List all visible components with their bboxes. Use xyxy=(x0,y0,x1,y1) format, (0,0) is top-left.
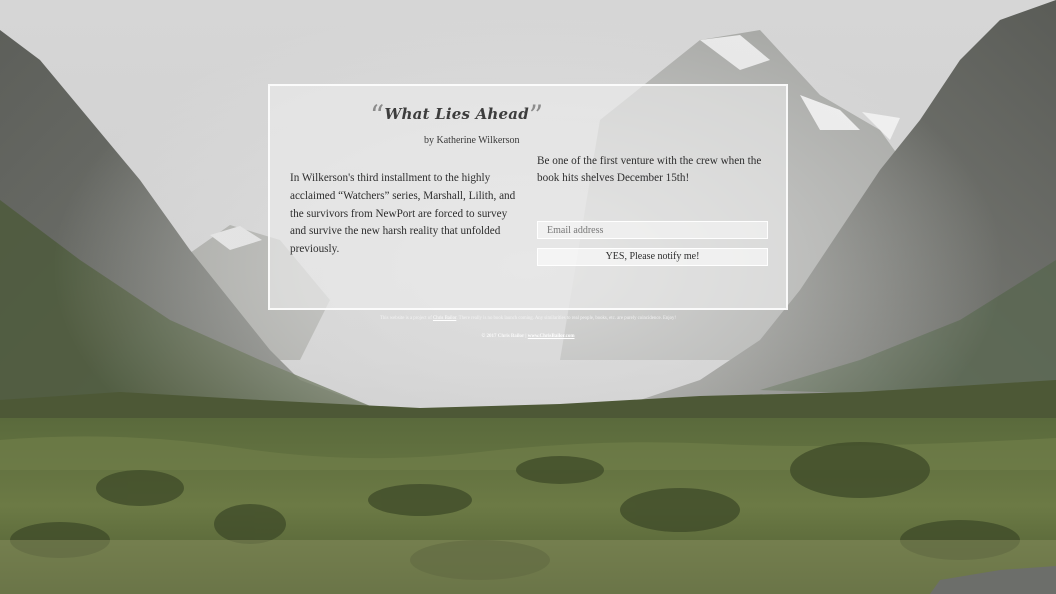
close-quote-mark: ” xyxy=(528,99,544,132)
author-byline: by Katherine Wilkerson xyxy=(424,135,520,146)
website-link[interactable]: www.ChrisBailor.com xyxy=(528,334,575,339)
open-quote-mark: “ xyxy=(370,99,385,132)
signup-call-to-action: Be one of the first venture with the cre… xyxy=(537,155,762,184)
author-link[interactable]: Chris Bailor xyxy=(433,316,456,321)
copyright-prefix: © 2017 Chris Bailor | xyxy=(481,334,528,339)
notify-me-button[interactable]: YES, Please notify me! xyxy=(537,248,768,266)
book-announcement-card: “What Lies Ahead” by Katherine Wilkerson… xyxy=(268,84,788,310)
copyright-line: © 2017 Chris Bailor | www.ChrisBailor.co… xyxy=(0,334,1056,339)
book-title: “What Lies Ahead” xyxy=(370,99,543,132)
book-blurb: In Wilkerson's third installment to the … xyxy=(290,172,516,256)
book-title-text: What Lies Ahead xyxy=(384,105,529,123)
disclaimer-note: This website is a project of Chris Bailo… xyxy=(0,316,1056,321)
disclaimer-prefix: This website is a project of xyxy=(379,316,433,321)
email-field[interactable] xyxy=(537,221,768,239)
disclaimer-suffix: . There really is no book launch coming.… xyxy=(456,316,677,321)
